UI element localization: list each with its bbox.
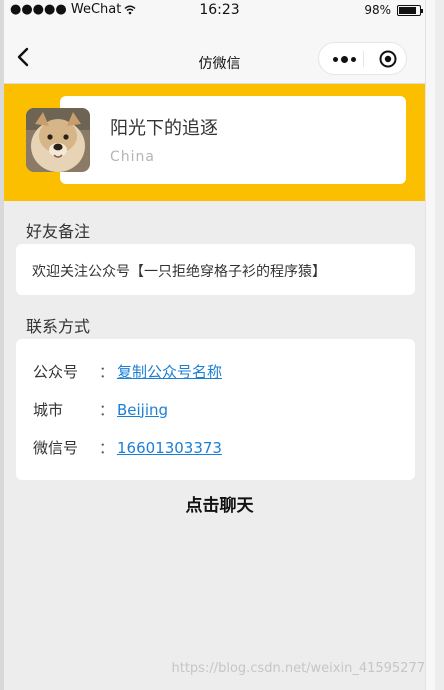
watermark: https://blog.csdn.net/weixin_41595277 [171,661,425,676]
contact-label: 城市 [33,401,64,419]
close-target-icon[interactable] [379,50,397,68]
contact-section-title: 联系方式 [26,317,91,336]
phone-screen: ●●●●● WeChat 16:23 98% 仿微信 阳光下的追逐 China … [4,0,435,690]
contact-row-city: 城市 ： Beijing [33,399,168,420]
contact-label: 公众号 [33,363,79,381]
city-link[interactable]: Beijing [117,401,168,419]
copy-account-link[interactable]: 复制公众号名称 [117,361,222,382]
mini-program-capsule [318,42,407,75]
avatar[interactable] [26,108,90,172]
profile-name: 阳光下的追逐 [110,118,218,139]
profile-banner: 阳光下的追逐 China [4,84,435,201]
contact-colon: ： [99,363,115,381]
contact-colon: ： [99,401,115,419]
nav-bar: 仿微信 [4,19,435,84]
dog-avatar-image [26,108,90,172]
contact-card: 公众号 ： 复制公众号名称 城市 ： Beijing 微信号 ： 1660130… [16,339,415,480]
contact-row-official-account: 公众号 ： 复制公众号名称 [33,361,222,382]
battery-icon [397,4,423,16]
remark-card: 欢迎关注公众号【一只拒绝穿格子衫的程序猿】 [16,244,415,295]
status-bar: ●●●●● WeChat 16:23 98% [4,0,435,19]
remark-text: 欢迎关注公众号【一只拒绝穿格子衫的程序猿】 [32,264,326,280]
capsule-divider [363,51,364,67]
profile-country: China [110,149,155,165]
page-right-edge [425,0,435,690]
remark-section-title: 好友备注 [26,222,91,241]
wechat-id-link[interactable]: 16601303373 [117,439,222,457]
profile-card [60,96,406,184]
contact-label: 微信号 [33,439,79,457]
start-chat-button[interactable]: 点击聊天 [4,491,435,516]
battery-percent: 98% [364,3,391,17]
battery-status: 98% [364,3,423,17]
more-icon[interactable] [333,56,356,63]
contact-row-wechat-id: 微信号 ： 16601303373 [33,437,222,458]
contact-colon: ： [99,439,115,457]
